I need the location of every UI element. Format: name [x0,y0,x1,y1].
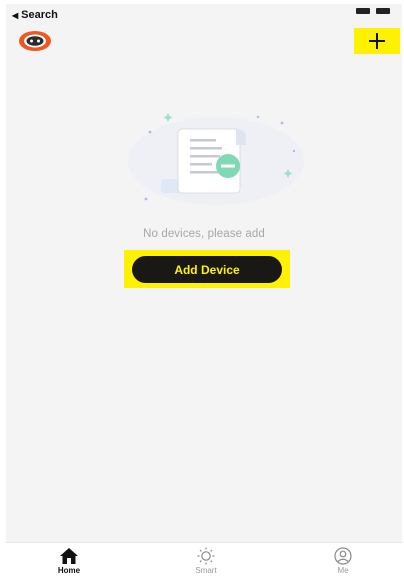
back-to-search-link[interactable]: ◀ Search [12,9,58,21]
empty-document-icon [116,99,316,214]
sun-icon [197,547,215,565]
signal-icon [356,8,370,14]
tab-smart-label: Smart [195,566,217,575]
app-screen: ◀ Search No devices, please add Add Devi… [6,4,402,579]
tab-home[interactable]: Home [39,547,99,575]
add-device-button[interactable]: Add Device [132,256,282,283]
tab-bar: Home Smart Me [6,542,402,579]
robot-avatar-icon[interactable] [18,30,52,52]
status-bar: ◀ Search [6,4,402,26]
empty-state-message: No devices, please add [143,228,265,240]
tab-home-label: Home [57,566,81,575]
plus-icon [369,33,385,49]
tab-smart[interactable]: Smart [176,547,236,575]
tab-me[interactable]: Me [313,547,373,575]
back-label: Search [21,9,58,21]
add-device-plus-button[interactable] [354,28,400,54]
home-icon [60,548,78,564]
status-icons [356,8,390,14]
back-triangle-icon: ◀ [12,10,19,20]
tab-me-label: Me [337,566,349,575]
battery-icon [376,8,390,14]
profile-icon [334,547,352,565]
